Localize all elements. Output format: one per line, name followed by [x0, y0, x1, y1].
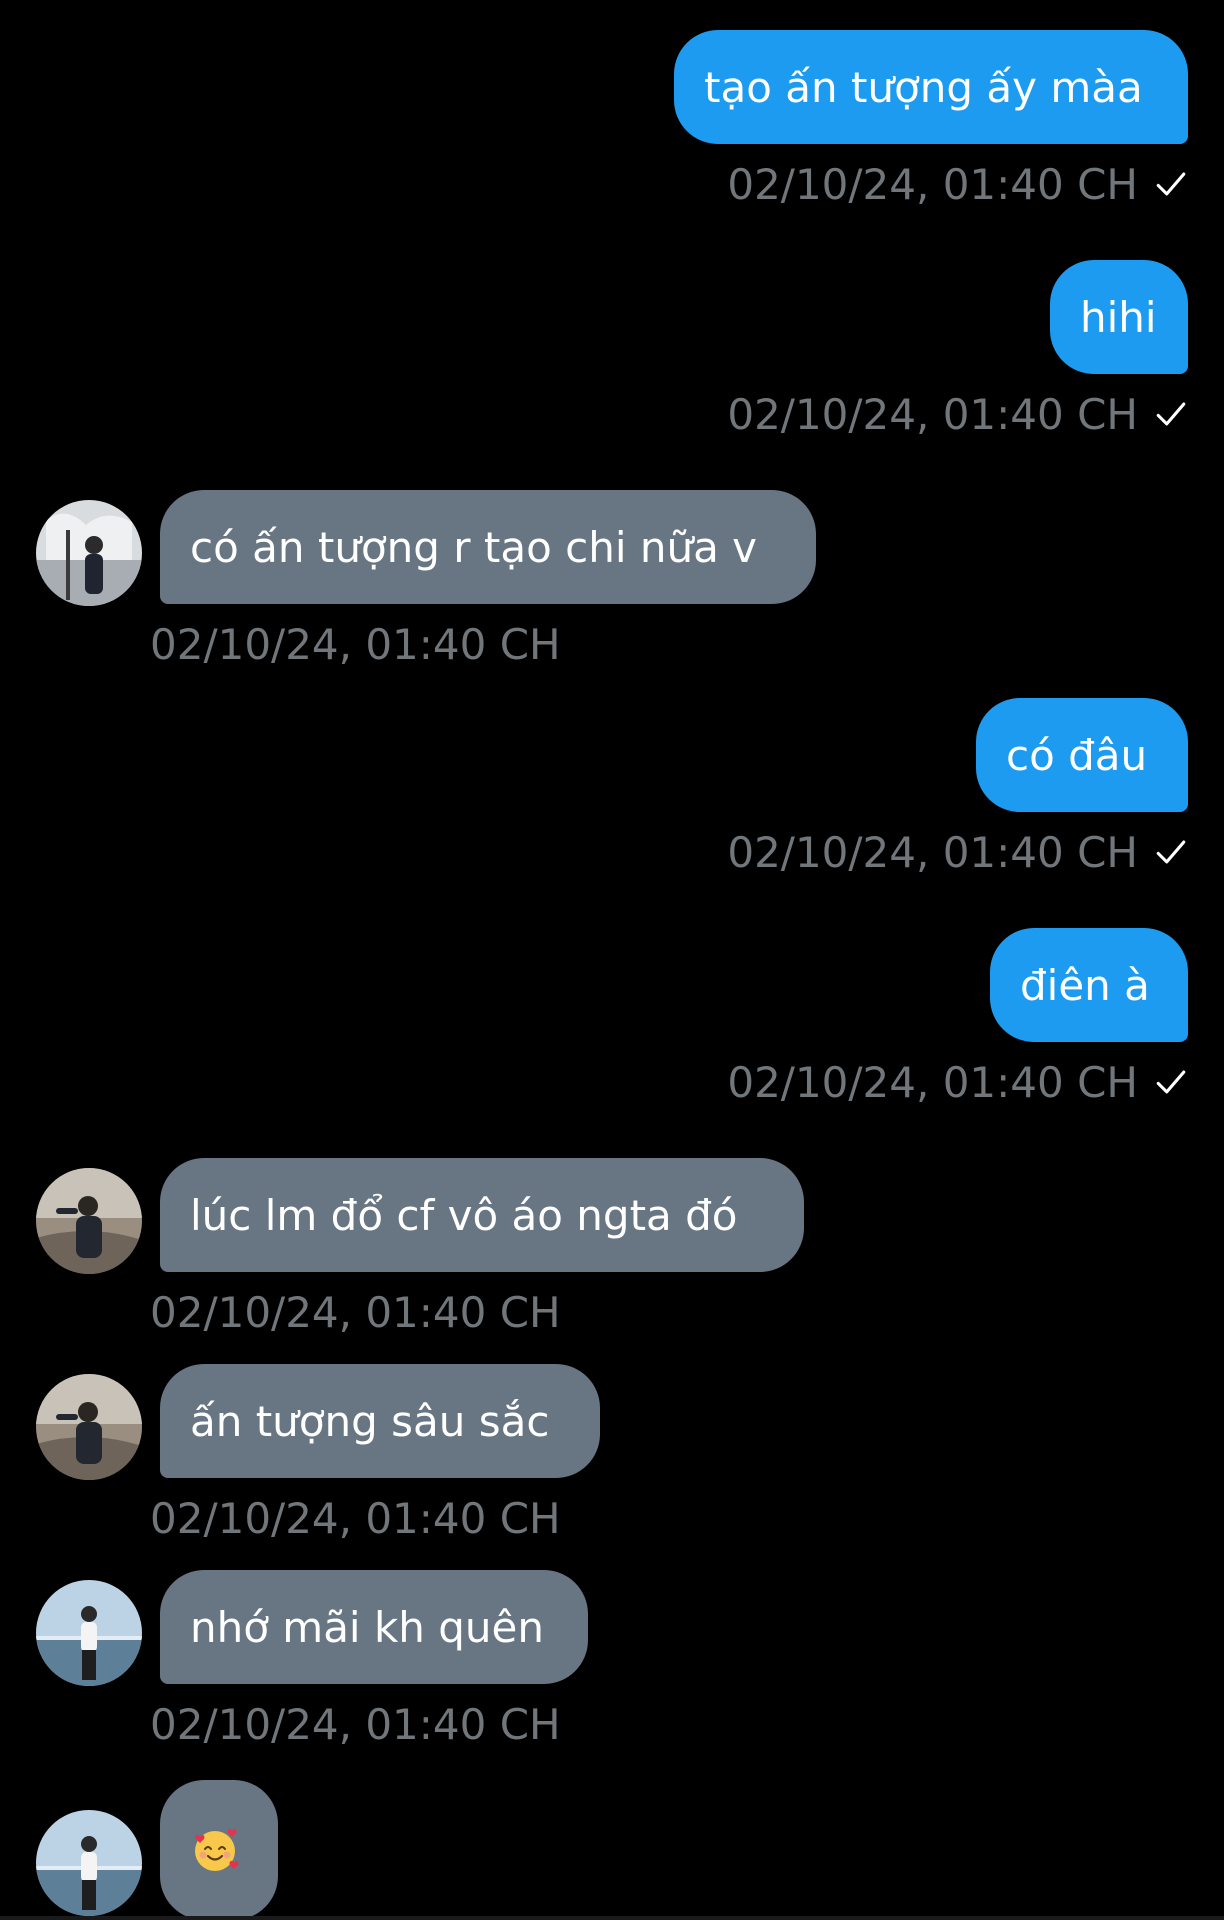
timestamp-text: 02/10/24, 01:40 CH — [150, 1700, 561, 1749]
timestamp-text: 02/10/24, 01:40 CH — [150, 1288, 561, 1337]
incoming-message-bubble[interactable]: nhớ mãi kh quên — [160, 1570, 588, 1684]
contact-avatar[interactable] — [36, 1374, 142, 1480]
message-timestamp: 02/10/24, 01:40 CH — [150, 1494, 561, 1544]
timestamp-text: 02/10/24, 01:40 CH — [727, 390, 1138, 439]
timestamp-text: 02/10/24, 01:40 CH — [727, 828, 1138, 877]
check-icon — [1156, 172, 1186, 196]
contact-avatar[interactable] — [36, 1580, 142, 1686]
message-timestamp: 02/10/24, 01:40 CH — [150, 620, 561, 670]
message-text: nhớ mãi kh quên — [190, 1602, 544, 1652]
message-text: hihi — [1080, 292, 1157, 342]
message-text: tạo ấn tượng ấy màa — [704, 62, 1143, 112]
smiling-face-with-hearts-icon — [195, 1828, 239, 1871]
timestamp-text: 02/10/24, 01:40 CH — [727, 1058, 1138, 1107]
message-timestamp: 02/10/24, 01:40 CH — [727, 828, 1188, 878]
message-timestamp: 02/10/24, 01:40 CH — [727, 390, 1188, 440]
outgoing-message-bubble[interactable]: tạo ấn tượng ấy màa — [674, 30, 1188, 144]
contact-avatar[interactable] — [36, 500, 142, 606]
outgoing-message-bubble[interactable]: điên à — [990, 928, 1188, 1042]
timestamp-text: 02/10/24, 01:40 CH — [727, 160, 1138, 209]
message-timestamp: 02/10/24, 01:40 CH — [727, 160, 1188, 210]
message-timestamp: 02/10/24, 01:40 CH — [150, 1700, 561, 1750]
divider — [0, 1916, 1224, 1920]
incoming-message-bubble[interactable]: ấn tượng sâu sắc — [160, 1364, 600, 1478]
message-text: điên à — [1020, 960, 1150, 1010]
outgoing-message-bubble[interactable]: hihi — [1050, 260, 1188, 374]
message-text: có đâu — [1006, 730, 1148, 780]
outgoing-message-bubble[interactable]: có đâu — [976, 698, 1188, 812]
check-icon — [1156, 840, 1186, 864]
timestamp-text: 02/10/24, 01:40 CH — [150, 1494, 561, 1543]
message-timestamp: 02/10/24, 01:40 CH — [727, 1058, 1188, 1108]
check-icon — [1156, 1070, 1186, 1094]
timestamp-text: 02/10/24, 01:40 CH — [150, 620, 561, 669]
message-timestamp: 02/10/24, 01:40 CH — [150, 1288, 561, 1338]
message-text: có ấn tượng r tạo chi nữa v — [190, 522, 758, 572]
message-text: lúc lm đổ cf vô áo ngta đó — [190, 1190, 738, 1240]
message-text: ấn tượng sâu sắc — [190, 1396, 550, 1446]
contact-avatar[interactable] — [36, 1168, 142, 1274]
incoming-message-bubble[interactable] — [160, 1780, 278, 1920]
incoming-message-bubble[interactable]: lúc lm đổ cf vô áo ngta đó — [160, 1158, 804, 1272]
check-icon — [1156, 402, 1186, 426]
contact-avatar[interactable] — [36, 1810, 142, 1916]
incoming-message-bubble[interactable]: có ấn tượng r tạo chi nữa v — [160, 490, 816, 604]
